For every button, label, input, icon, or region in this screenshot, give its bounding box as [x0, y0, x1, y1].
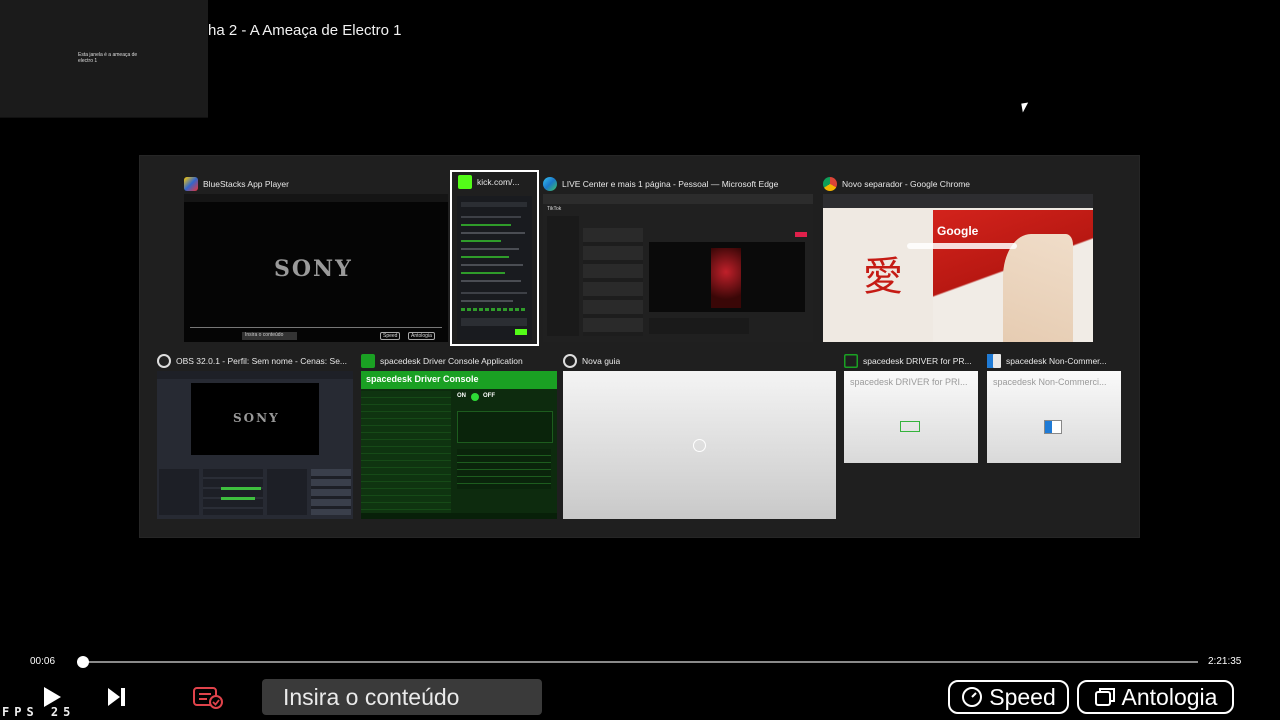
inner-title: spacedesk Non-Commerci... — [993, 377, 1107, 387]
total-time: 2:21:35 — [1208, 656, 1242, 667]
sony-logo: SONY — [274, 256, 353, 282]
window-title: Novo separador - Google Chrome — [842, 179, 971, 189]
spacedesk-window-icon — [987, 354, 1001, 368]
mini-input: Insira o conteúdo — [242, 332, 297, 340]
spacedesk-window-icon — [1045, 421, 1061, 433]
obs-icon — [157, 354, 171, 368]
window-tile-kick[interactable]: kick.com/... — [450, 170, 539, 346]
window-thumbnail: SONY — [157, 371, 353, 519]
window-thumbnail: spacedesk Non-Commerci... — [987, 371, 1121, 463]
danmaku-icon — [193, 687, 223, 709]
video-title: ha 2 - A Ameaça de Electro 1 — [208, 22, 402, 39]
window-tile-edge[interactable]: LIVE Center e mais 1 página - Pessoal — … — [543, 174, 813, 344]
fps-counter: FPS 25 — [2, 705, 75, 719]
window-title: spacedesk Non-Commer... — [1006, 356, 1107, 366]
spacedesk-icon — [361, 354, 375, 368]
progress-bar[interactable] — [77, 656, 1198, 668]
skip-next-icon — [108, 688, 125, 706]
console-heading: spacedesk Driver Console — [366, 374, 479, 384]
window-title: BlueStacks App Player — [203, 179, 289, 189]
kick-icon — [458, 175, 472, 189]
bluestacks-icon — [184, 177, 198, 191]
inner-title: spacedesk DRIVER for PRI... — [850, 377, 968, 387]
window-thumbnail: spacedesk DRIVER for PRI... — [844, 371, 978, 463]
fps-value: 25 — [50, 705, 76, 719]
globe-icon — [563, 354, 577, 368]
toggle-off: OFF — [483, 393, 495, 399]
mini-preview-text: Esta janela é a ameaça de electro 1 — [78, 52, 138, 64]
window-tile-obs[interactable]: OBS 32.0.1 - Perfil: Sem nome - Cenas: S… — [157, 351, 353, 521]
window-thumbnail: 愛 Google — [823, 194, 1093, 342]
window-title: spacedesk Driver Console Application — [380, 356, 523, 366]
google-logo: Google — [937, 224, 979, 238]
mini-video-preview[interactable]: Esta janela é a ameaça de electro 1 — [0, 0, 208, 118]
fps-label: FPS — [2, 705, 39, 719]
window-thumbnail: spacedesk Driver Console ON OFF — [361, 371, 557, 519]
window-tile-bluestacks[interactable]: BlueStacks App Player SONY Insira o cont… — [184, 174, 448, 344]
window-tile-spacedesk-noncommercial[interactable]: spacedesk Non-Commer... spacedesk Non-Co… — [987, 351, 1121, 466]
window-thumbnail — [563, 371, 836, 519]
tiktok-tab: TikTok — [547, 206, 562, 212]
globe-icon — [693, 439, 706, 452]
edge-icon — [543, 177, 557, 191]
chrome-icon — [823, 177, 837, 191]
spacedesk-icon — [900, 421, 920, 432]
window-thumbnail — [457, 196, 532, 340]
speed-label: Speed — [989, 683, 1056, 710]
window-tile-spacedesk-console[interactable]: spacedesk Driver Console Application spa… — [361, 351, 557, 521]
current-time: 00:06 — [30, 656, 56, 667]
speed-button[interactable]: Speed — [948, 680, 1069, 714]
window-thumbnail: TikTok — [543, 194, 813, 342]
toggle-on: ON — [457, 393, 466, 399]
mini-antologia: Antologia — [408, 332, 435, 340]
antologia-button[interactable]: Antologia — [1077, 680, 1234, 714]
mini-speed: Speed — [380, 332, 401, 340]
window-title: spacedesk DRIVER for PR... — [863, 356, 972, 366]
kanji-love: 愛 — [863, 254, 903, 300]
danmaku-toggle-button[interactable] — [192, 685, 224, 709]
comment-input-placeholder: Insira o conteúdo — [283, 683, 460, 710]
sony-logo: SONY — [233, 411, 280, 425]
window-title: Nova guia — [582, 356, 621, 366]
comment-input[interactable]: Insira o conteúdo — [262, 679, 542, 715]
window-tile-new-tab[interactable]: Nova guia — [563, 351, 836, 521]
speedometer-icon — [962, 687, 983, 707]
progress-knob[interactable] — [77, 656, 89, 668]
window-thumbnail: SONY Insira o conteúdo Speed Antologia — [184, 194, 448, 342]
window-title: kick.com/... — [477, 177, 520, 187]
window-tile-spacedesk-driver[interactable]: spacedesk DRIVER for PR... spacedesk DRI… — [844, 351, 978, 466]
window-title: OBS 32.0.1 - Perfil: Sem nome - Cenas: S… — [176, 356, 348, 366]
window-tile-chrome[interactable]: Novo separador - Google Chrome 愛 Google — [823, 174, 1093, 344]
window-switcher: BlueStacks App Player SONY Insira o cont… — [140, 156, 1139, 537]
mouse-cursor-icon — [1021, 102, 1030, 113]
window-title: LIVE Center e mais 1 página - Pessoal — … — [562, 179, 779, 189]
spacedesk-icon — [844, 354, 858, 368]
next-button[interactable] — [106, 686, 128, 708]
antologia-label: Antologia — [1121, 683, 1218, 710]
episodes-icon — [1094, 688, 1115, 706]
